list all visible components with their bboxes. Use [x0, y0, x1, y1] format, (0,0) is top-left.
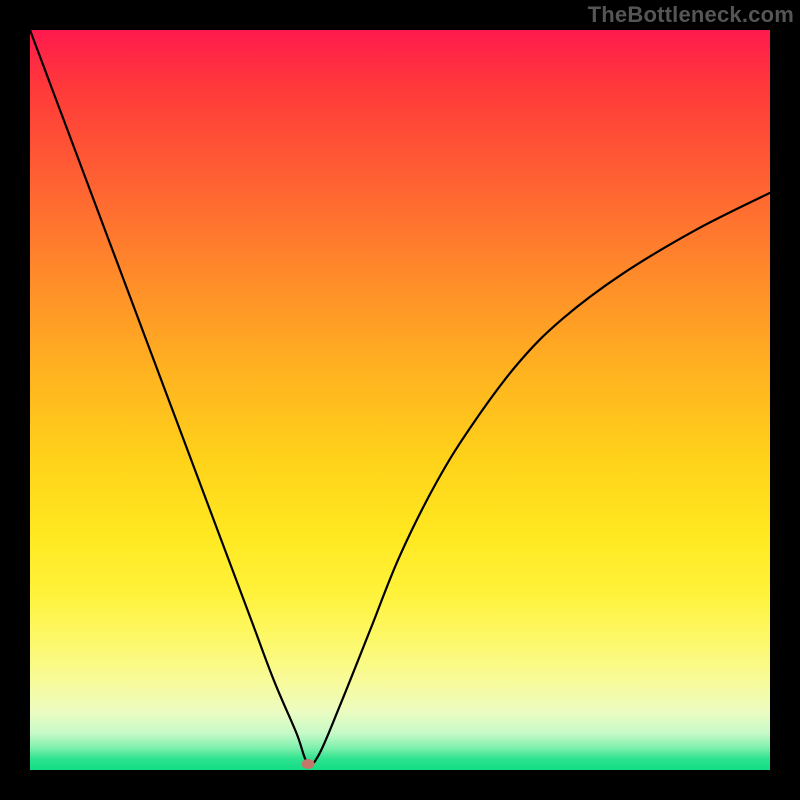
- watermark-text: TheBottleneck.com: [588, 2, 794, 28]
- optimum-point-marker: [301, 759, 314, 769]
- chart-frame: TheBottleneck.com: [0, 0, 800, 800]
- bottleneck-curve: [30, 30, 770, 765]
- curve-svg: [30, 30, 770, 770]
- plot-area: [30, 30, 770, 770]
